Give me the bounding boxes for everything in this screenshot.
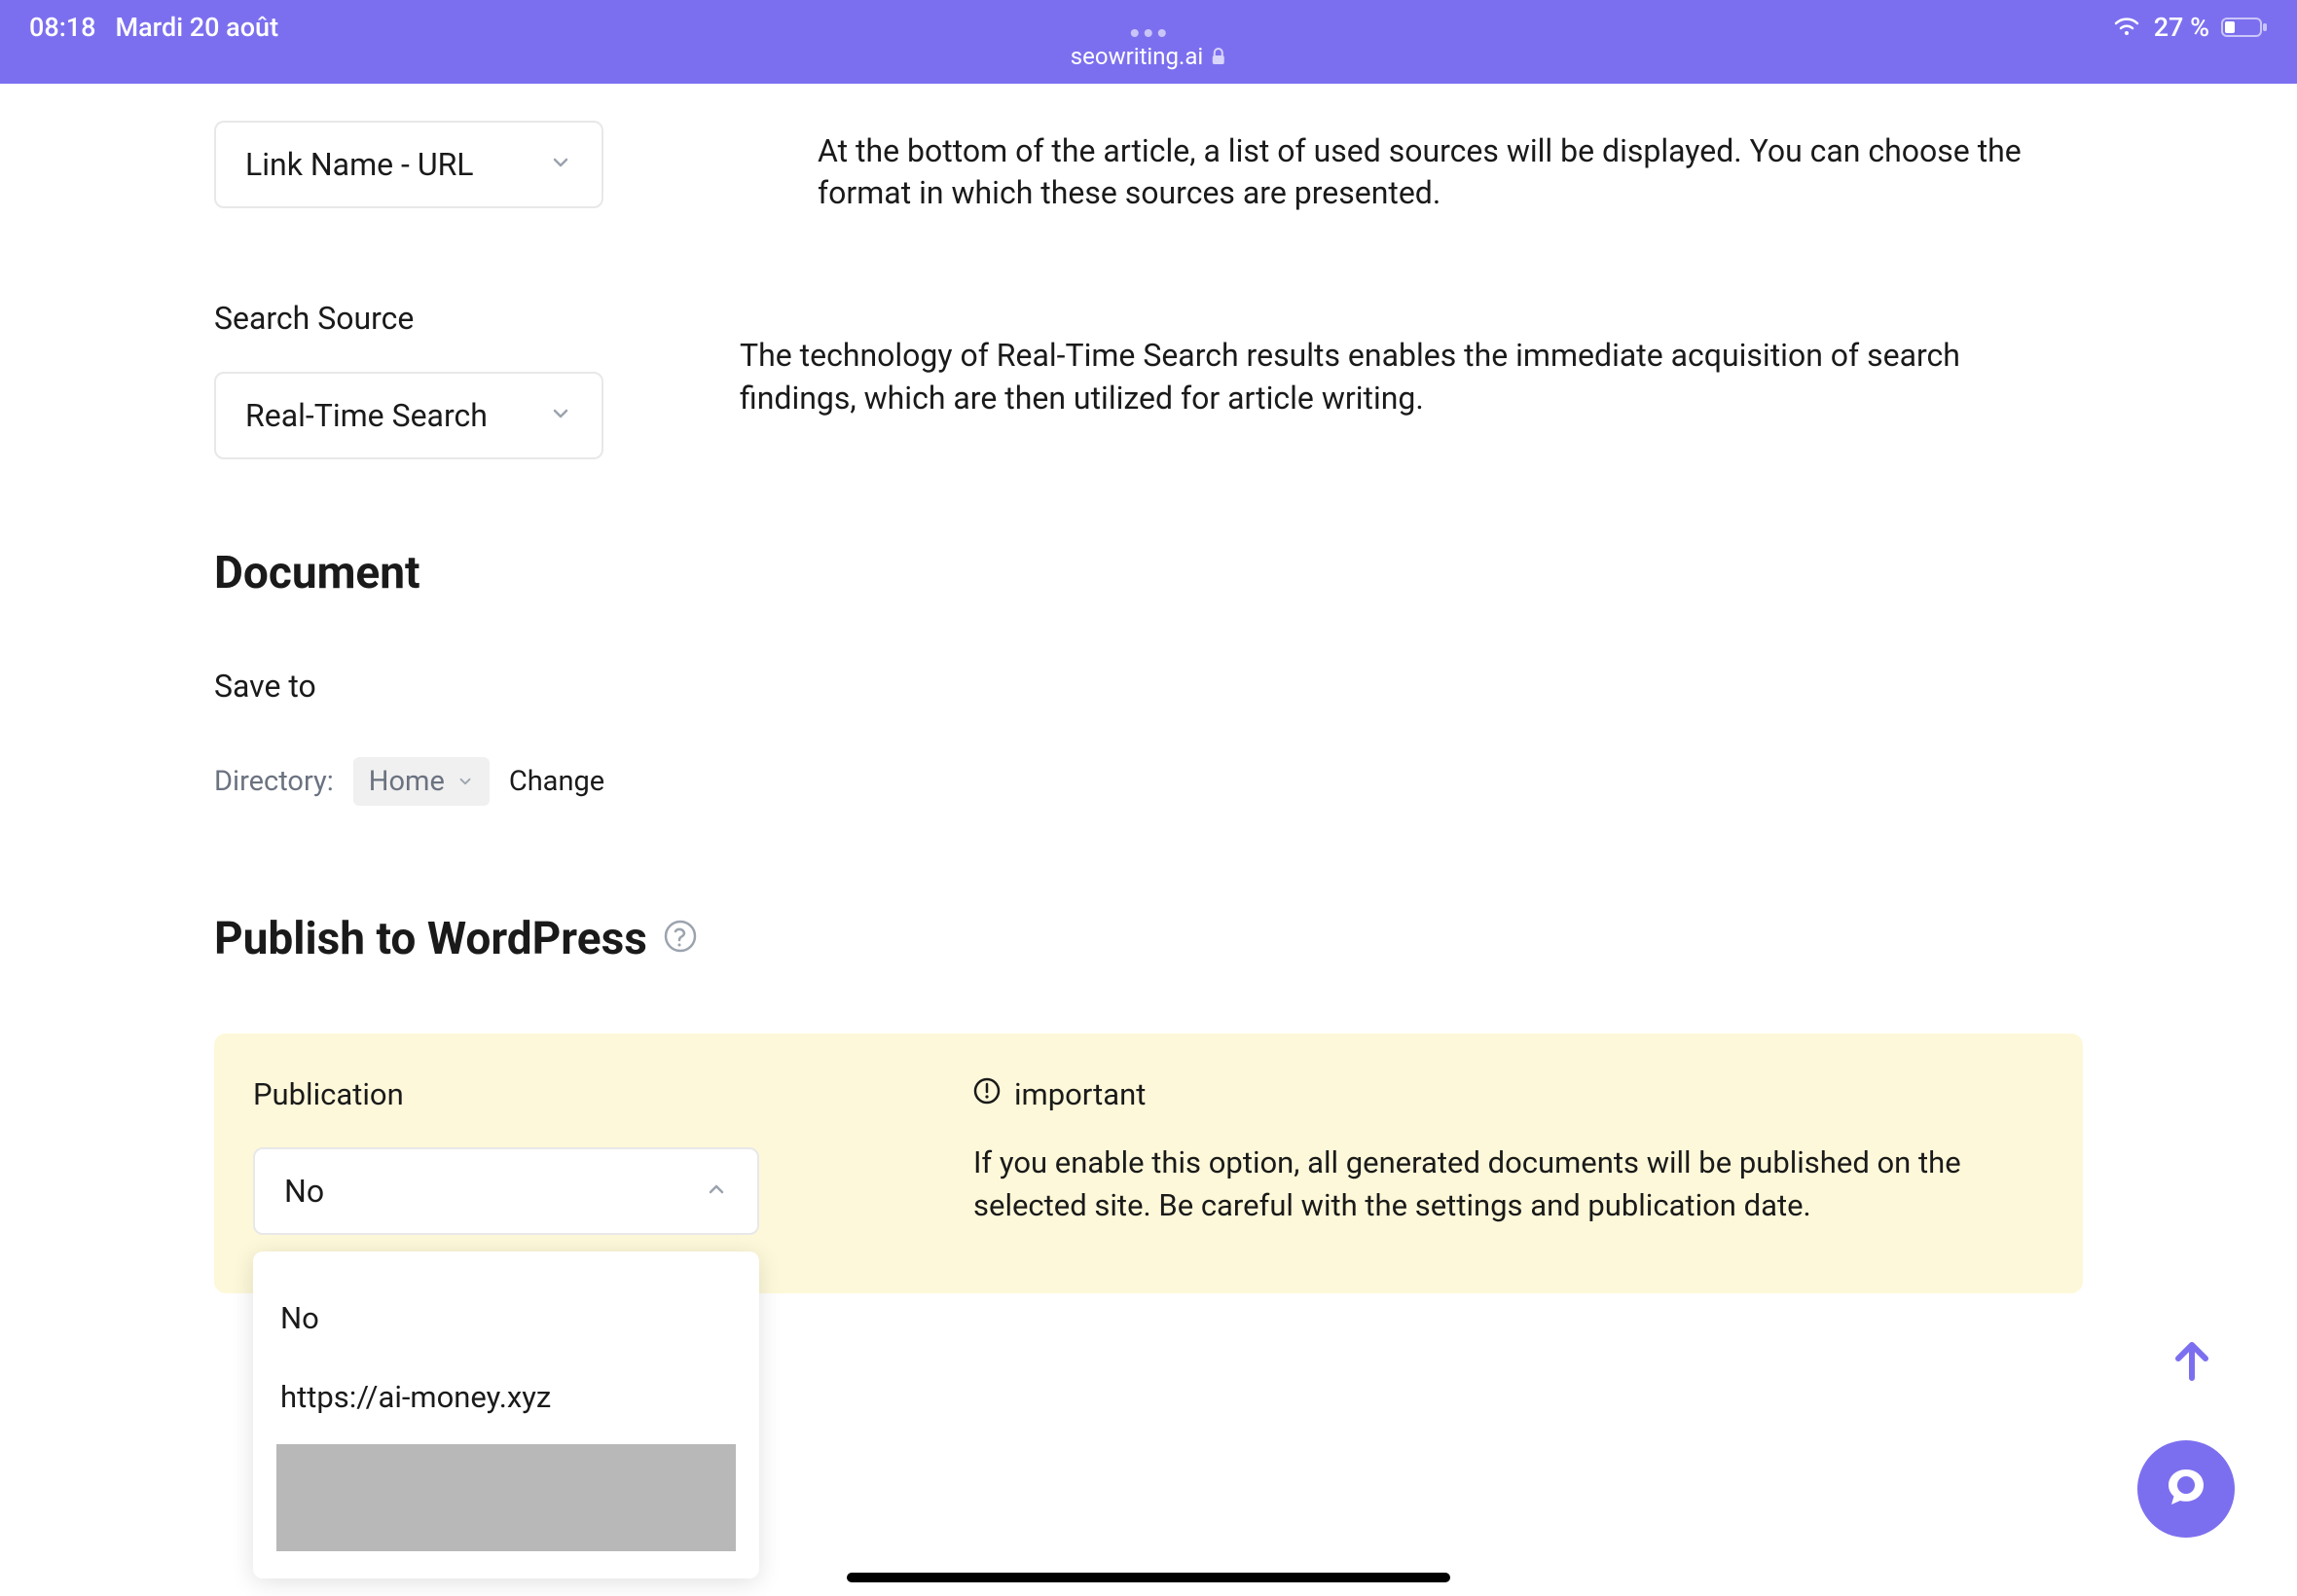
chevron-down-icon (549, 151, 572, 178)
link-name-value: Link Name - URL (245, 146, 474, 183)
wifi-icon (2111, 16, 2142, 39)
directory-label: Directory: (214, 765, 334, 798)
chevron-up-icon (705, 1178, 728, 1205)
save-to-label: Save to (214, 668, 2083, 705)
status-center: seowriting.ai (1071, 15, 1226, 70)
dropdown-item-no[interactable]: No (276, 1279, 736, 1358)
status-bar: 08:18 Mardi 20 août seowriting.ai (0, 0, 2297, 84)
wordpress-heading-row: Publish to WordPress (214, 913, 2083, 965)
directory-row: Directory: Home Change (214, 757, 2083, 806)
chat-button[interactable] (2137, 1440, 2235, 1538)
status-right: 27 % (2111, 12, 2268, 43)
home-indicator[interactable] (847, 1573, 1450, 1582)
status-url[interactable]: seowriting.ai (1071, 43, 1226, 70)
status-left: 08:18 Mardi 20 août (29, 12, 278, 43)
publication-label: Publication (253, 1076, 934, 1112)
status-time: 08:18 (29, 12, 96, 43)
search-source-label: Search Source (214, 300, 681, 337)
lock-icon (1211, 48, 1226, 65)
document-heading: Document (214, 547, 2083, 599)
search-source-description: The technology of Real-Time Search resul… (740, 300, 2083, 418)
chevron-down-icon (549, 402, 572, 429)
wordpress-heading: Publish to WordPress (214, 913, 647, 965)
search-source-select[interactable]: Real-Time Search (214, 372, 603, 459)
link-name-description: At the bottom of the article, a list of … (818, 130, 2083, 214)
dropdown-item-redacted[interactable] (276, 1444, 736, 1551)
help-icon[interactable] (663, 913, 698, 965)
scroll-to-top-button[interactable] (2165, 1333, 2219, 1392)
change-link[interactable]: Change (509, 765, 604, 798)
publication-value: No (284, 1173, 324, 1210)
chat-icon (2163, 1464, 2209, 1514)
link-name-row: Link Name - URL At the bottom of the art… (214, 130, 2083, 214)
important-label: important (1014, 1076, 1146, 1112)
search-source-value: Real-Time Search (245, 397, 488, 434)
chevron-down-icon (456, 765, 474, 798)
publication-box: Publication No import (214, 1034, 2083, 1293)
publication-select[interactable]: No (253, 1147, 759, 1235)
directory-select[interactable]: Home (353, 757, 490, 806)
search-source-row: Search Source Real-Time Search The techn… (214, 300, 2083, 459)
battery-percent: 27 % (2154, 12, 2209, 43)
important-text: If you enable this option, all generated… (973, 1142, 2044, 1226)
directory-value: Home (369, 765, 445, 798)
main-content: Link Name - URL At the bottom of the art… (0, 84, 2297, 1293)
dropdown-item-site[interactable]: https://ai-money.xyz (276, 1358, 736, 1436)
link-name-select[interactable]: Link Name - URL (214, 121, 603, 208)
battery-icon (2221, 16, 2268, 39)
multitask-dots-icon[interactable] (1131, 29, 1166, 37)
alert-icon (973, 1076, 1001, 1112)
save-to-section: Save to Directory: Home Change (214, 668, 2083, 806)
publication-dropdown: No https://ai-money.xyz (253, 1251, 759, 1578)
status-date: Mardi 20 août (116, 12, 279, 43)
important-label-row: important (973, 1076, 2044, 1112)
